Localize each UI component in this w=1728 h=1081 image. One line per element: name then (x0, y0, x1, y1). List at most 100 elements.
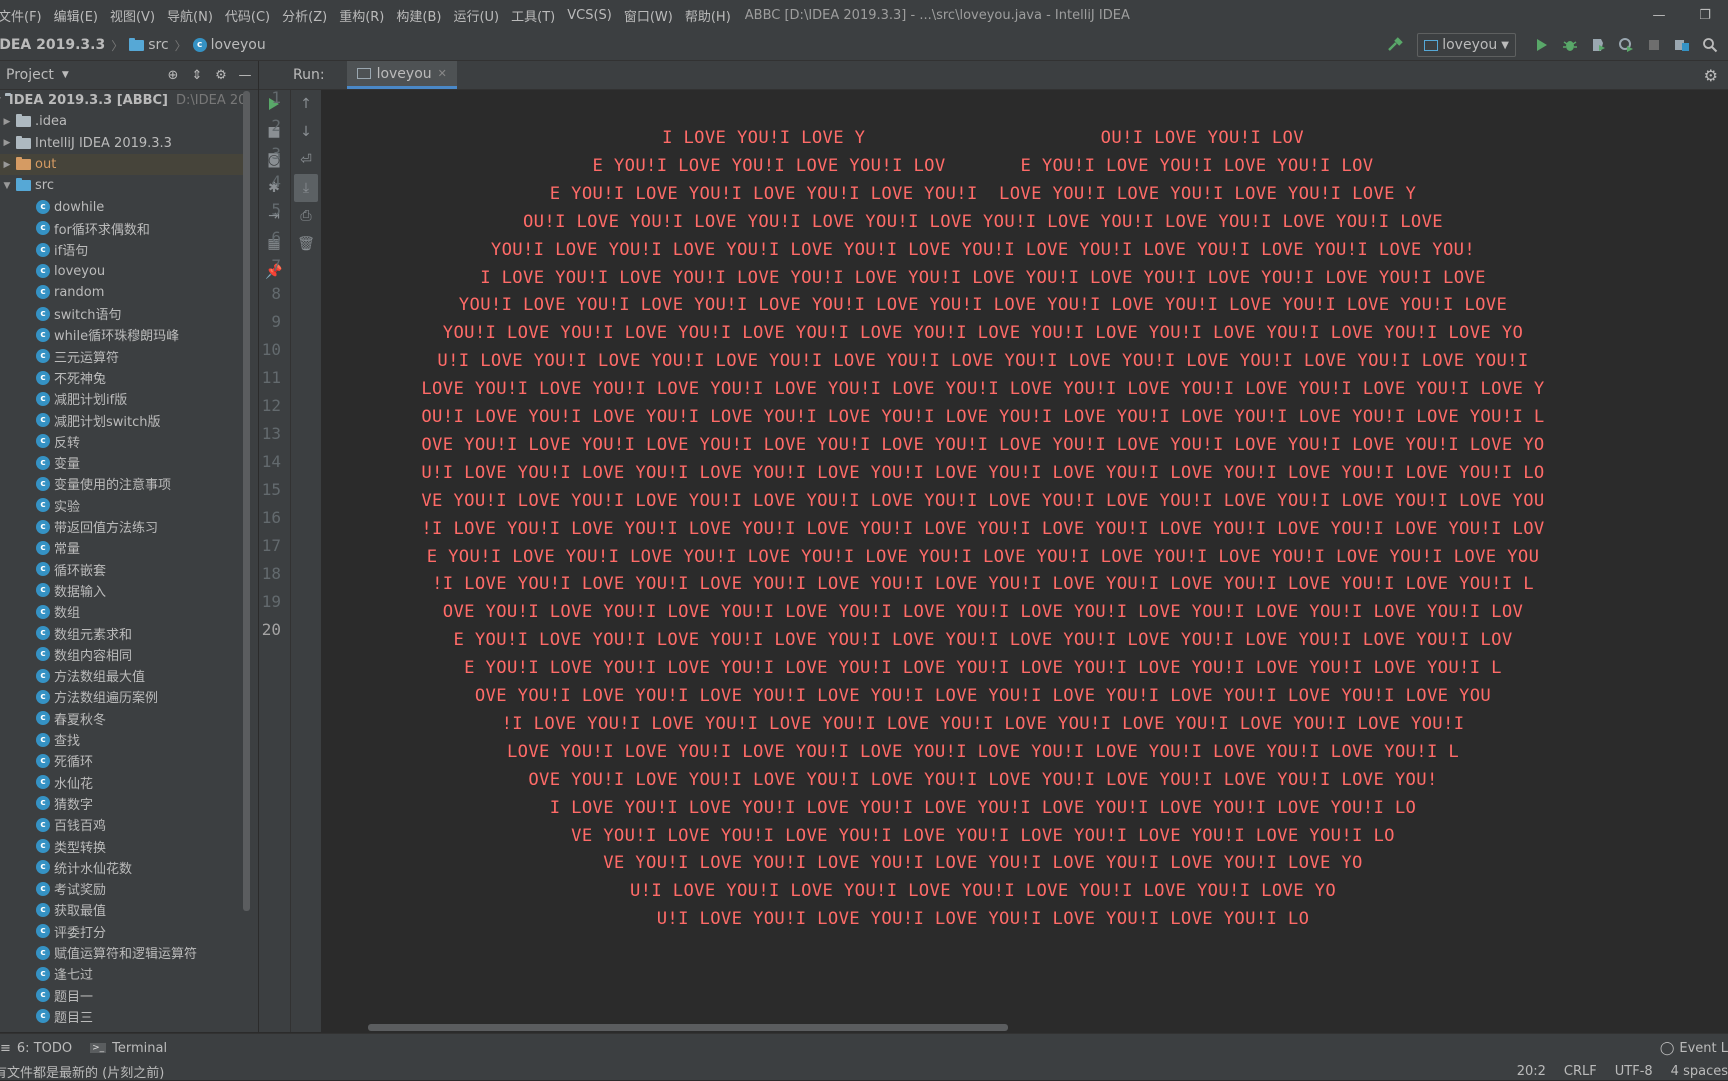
tree-file[interactable]: c 常量 (0, 537, 248, 558)
print-icon[interactable]: ⎙ (291, 202, 321, 230)
tree-file[interactable]: c 方法数组最大值 (0, 665, 248, 686)
menu-build[interactable]: 构建(B) (390, 6, 447, 25)
tree-file[interactable]: c 死循环 (0, 750, 248, 771)
menu-file[interactable]: 文件(F) (0, 6, 48, 25)
project-structure-icon[interactable] (1670, 33, 1694, 57)
console-output[interactable]: I LOVE YOU!I LOVE Y OU!I LOVE YOU!I LOV E… (348, 90, 1728, 1032)
debug-icon[interactable] (1558, 33, 1582, 57)
tree-file[interactable]: c 猜数字 (0, 793, 248, 814)
tree-folder-intellij[interactable]: ▶ IntelliJ IDEA 2019.3.3 (0, 133, 248, 154)
tree-file[interactable]: c 查找 (0, 729, 248, 750)
tree-file[interactable]: c 题目三 (0, 1006, 248, 1027)
collapsed-arrow-icon[interactable]: ▶ (2, 160, 12, 170)
coverage-icon[interactable] (1586, 33, 1610, 57)
event-log-button[interactable]: ◯ Event L (1660, 1034, 1728, 1062)
tree-file[interactable]: c 反转 (0, 431, 248, 452)
tree-folder-out[interactable]: ▶ out (0, 153, 248, 176)
run-configuration-dropdown[interactable]: loveyou ▼ (1417, 33, 1516, 57)
tree-file[interactable]: c random (0, 282, 248, 303)
tree-file[interactable]: c while循环珠穆朗玛峰 (0, 324, 248, 345)
menu-code[interactable]: 代码(C) (219, 6, 276, 25)
tree-folder-src[interactable]: ▼ src (0, 175, 248, 196)
file-encoding[interactable]: UTF-8 (1615, 1064, 1653, 1079)
locate-target-icon[interactable]: ⊕ (164, 68, 182, 83)
tree-file[interactable]: c 方法数组遍历案例 (0, 686, 248, 707)
stop-icon[interactable] (1642, 33, 1666, 57)
tree-file[interactable]: c 实验 (0, 495, 248, 516)
tree-file[interactable]: c switch语句 (0, 303, 248, 324)
tree-file[interactable]: c 带返回值方法练习 (0, 516, 248, 537)
todo-tool-button[interactable]: ≡ 6: TODO (0, 1041, 72, 1056)
menu-edit[interactable]: 编辑(E) (48, 6, 104, 25)
breadcrumb-project[interactable]: IDEA 2019.3.3 (0, 37, 105, 53)
tree-file[interactable]: c if语句 (0, 239, 248, 260)
hide-panel-icon[interactable]: — (236, 68, 254, 83)
menu-help[interactable]: 帮助(H) (679, 6, 737, 25)
tree-file[interactable]: c 百钱百鸡 (0, 814, 248, 835)
tree-file[interactable]: c 减肥计划if版 (0, 388, 248, 409)
tree-file[interactable]: c dowhile (0, 196, 248, 217)
soft-wrap-icon[interactable]: ⏎ (291, 146, 321, 174)
search-everywhere-icon[interactable] (1698, 33, 1722, 57)
collapsed-arrow-icon[interactable]: ▶ (2, 138, 12, 148)
tree-folder-idea[interactable]: ▶ .idea (0, 111, 248, 132)
menu-analyze[interactable]: 分析(Z) (276, 6, 333, 25)
tree-file[interactable]: c loveyou (0, 260, 248, 281)
menu-view[interactable]: 视图(V) (104, 6, 161, 25)
tree-file[interactable]: c 数组内容相同 (0, 644, 248, 665)
tree-file[interactable]: c 赋值运算符和逻辑运算符 (0, 942, 248, 963)
tree-file[interactable]: c 类型转换 (0, 835, 248, 856)
hammer-icon[interactable] (1383, 33, 1407, 57)
tree-file[interactable]: c for循环求偶数和 (0, 218, 248, 239)
tree-file[interactable]: c 循环嵌套 (0, 559, 248, 580)
chevron-down-icon[interactable]: ▼ (62, 70, 69, 80)
tree-root[interactable]: ▼ IDEA 2019.3.3 [ABBC] D:\IDEA 2019 (0, 90, 248, 111)
tree-file[interactable]: c 逢七过 (0, 963, 248, 984)
close-icon[interactable]: ✕ (438, 67, 447, 80)
tree-file[interactable]: c 变量 (0, 452, 248, 473)
arrow-down-icon[interactable]: ↓ (291, 118, 321, 146)
caret-position[interactable]: 20:2 (1517, 1064, 1546, 1079)
menu-window[interactable]: 窗口(W) (618, 6, 679, 25)
menu-vcs[interactable]: VCS(S) (561, 8, 618, 23)
expanded-arrow-icon[interactable]: ▼ (2, 181, 12, 191)
arrow-up-icon[interactable]: ↑ (291, 90, 321, 118)
tree-file[interactable]: c 数组元素求和 (0, 622, 248, 643)
menu-refactor[interactable]: 重构(R) (333, 6, 390, 25)
breadcrumb-src[interactable]: src (129, 37, 169, 53)
collapsed-arrow-icon[interactable]: ▶ (2, 117, 12, 127)
gear-icon[interactable]: ⚙ (1704, 66, 1718, 85)
menu-tools[interactable]: 工具(T) (505, 6, 561, 25)
tree-file[interactable]: c 不死神兔 (0, 367, 248, 388)
gear-icon[interactable]: ⚙ (212, 68, 230, 83)
tree-file[interactable]: c 数组 (0, 601, 248, 622)
tree-file[interactable]: c 评委打分 (0, 921, 248, 942)
tree-file[interactable]: c 减肥计划switch版 (0, 409, 248, 430)
restore-button[interactable]: ❐ (1682, 0, 1728, 30)
trash-icon[interactable]: 🗑 (291, 230, 321, 258)
tree-file[interactable]: c 水仙花 (0, 772, 248, 793)
tree-file[interactable]: c 三元运算符 (0, 346, 248, 367)
tree-file[interactable]: c 变量使用的注意事项 (0, 473, 248, 494)
indent-setting[interactable]: 4 spaces (1671, 1064, 1728, 1079)
menu-navigate[interactable]: 导航(N) (161, 6, 219, 25)
minimize-button[interactable]: — (1636, 0, 1682, 30)
project-view-selector[interactable]: Project (6, 67, 54, 83)
collapse-all-icon[interactable]: ⇕ (188, 68, 206, 83)
tree-file[interactable]: c 考试奖励 (0, 878, 248, 899)
breadcrumb-file[interactable]: c loveyou (192, 37, 266, 53)
tree-file[interactable]: c 统计水仙花数 (0, 857, 248, 878)
tree-file[interactable]: c 获取最值 (0, 899, 248, 920)
tree-file[interactable]: c题目二 (0, 1027, 248, 1030)
run-icon[interactable] (1530, 33, 1554, 57)
run-tab-loveyou[interactable]: loveyou ✕ (346, 61, 457, 89)
line-separator[interactable]: CRLF (1564, 1064, 1597, 1079)
profile-icon[interactable] (1614, 33, 1638, 57)
tree-file[interactable]: c 春夏秋冬 (0, 708, 248, 729)
scroll-to-end-icon[interactable]: ⤓ (294, 174, 318, 202)
tree-file[interactable]: c 题目一 (0, 984, 248, 1005)
tree-file[interactable]: c 数据输入 (0, 580, 248, 601)
terminal-tool-button[interactable]: >_ Terminal (90, 1041, 167, 1056)
menu-run[interactable]: 运行(U) (447, 6, 505, 25)
console-horizontal-scrollbar[interactable] (368, 1024, 1008, 1031)
